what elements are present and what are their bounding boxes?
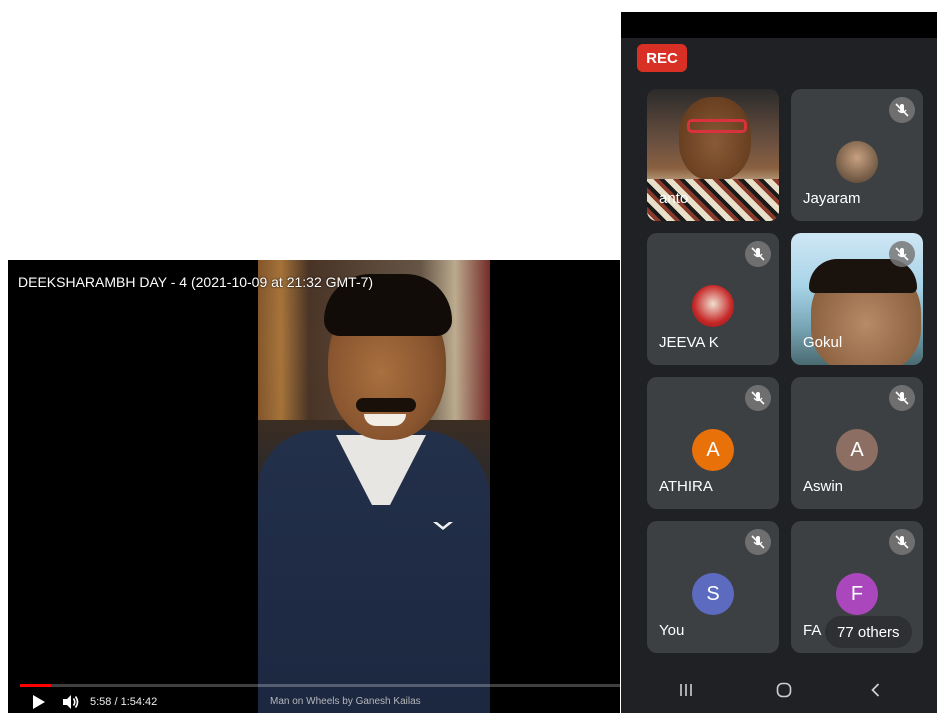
avatar: A [836,429,878,471]
video-player[interactable]: DEEKSHARAMBH DAY - 4 (2021-10-09 at 21:3… [8,260,620,713]
mic-off-icon [889,385,915,411]
screenshot-canvas: DEEKSHARAMBH DAY - 4 (2021-10-09 at 21:3… [0,0,937,713]
play-icon[interactable] [32,694,46,710]
others-chip[interactable]: 77 others [825,616,912,648]
back-icon[interactable] [861,677,891,703]
home-icon[interactable] [769,677,799,703]
progress-bar[interactable] [20,684,620,687]
recents-icon[interactable] [671,677,701,703]
video-caption: Man on Wheels by Ganesh Kailas [270,696,421,707]
participant-name: Jayaram [803,190,861,207]
mic-off-icon [745,241,771,267]
participant-tile[interactable]: Jayaram [791,89,923,221]
player-controls: 5:58 / 1:54:42 Man on Wheels by Ganesh K… [8,690,620,713]
participant-tile[interactable]: Gokul [791,233,923,365]
status-bar [621,12,937,38]
mic-off-icon [745,385,771,411]
participant-name: FA [803,622,822,639]
participant-tile[interactable]: A ATHIRA [647,377,779,509]
rec-badge: REC [637,44,687,72]
avatar: A [692,429,734,471]
avatar: F [836,573,878,615]
android-nav-bar [621,667,937,713]
participant-name: You [659,622,685,639]
participant-tile[interactable]: S You [647,521,779,653]
mic-off-icon [745,529,771,555]
participant-name: anto [659,190,689,207]
participant-name: JEEVA K [659,334,719,351]
participant-tile[interactable]: anto [647,89,779,221]
participant-tile[interactable]: JEEVA K [647,233,779,365]
video-frame [258,260,490,713]
avatar [692,285,734,327]
mic-off-icon [889,529,915,555]
meet-panel: REC anto Jayaram JEEVA K Gokul A ATHIRA … [621,12,937,713]
avatar: S [692,573,734,615]
mic-off-icon [889,97,915,123]
volume-icon[interactable] [62,694,80,710]
participant-tile[interactable]: A Aswin [791,377,923,509]
video-title: DEEKSHARAMBH DAY - 4 (2021-10-09 at 21:3… [18,274,374,290]
participant-name: ATHIRA [659,478,713,495]
participant-name: Aswin [803,478,844,495]
mic-off-icon [889,241,915,267]
participant-name: Gokul [803,334,843,351]
time-display: 5:58 / 1:54:42 [90,696,158,708]
avatar [836,141,878,183]
progress-fill [20,684,52,687]
